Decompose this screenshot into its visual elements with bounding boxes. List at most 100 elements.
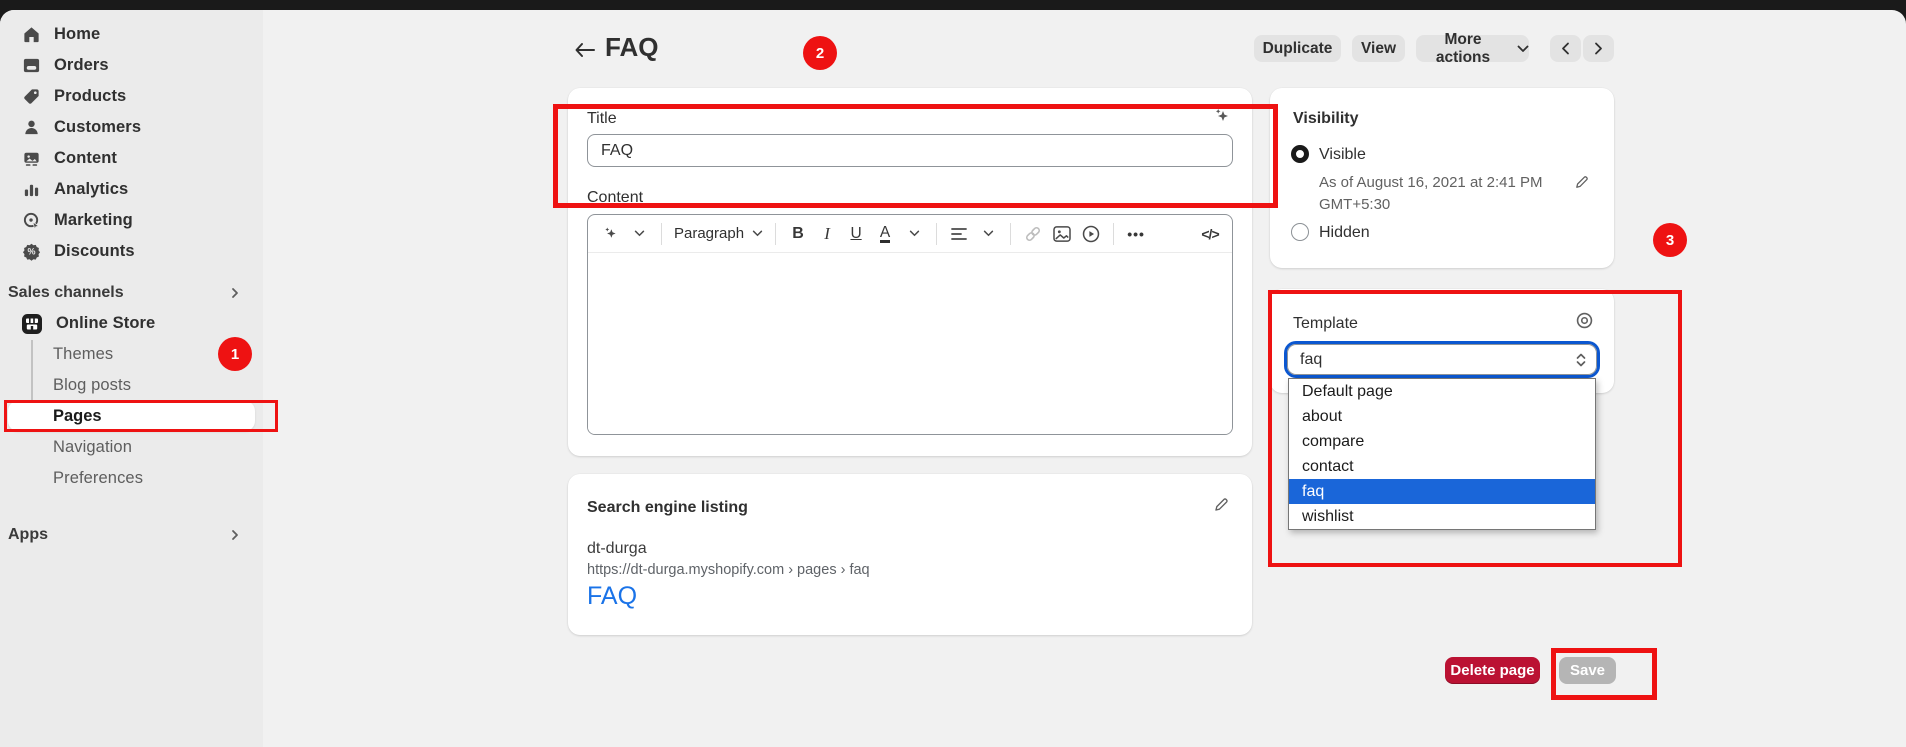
sidebar-item-online-store[interactable]: Online Store <box>0 308 263 339</box>
chevron-down-icon[interactable] <box>904 221 924 247</box>
view-label: View <box>1361 40 1396 58</box>
sidebar-item-analytics[interactable]: Analytics <box>0 174 263 205</box>
seo-card-heading: Search engine listing <box>587 499 748 517</box>
template-option[interactable]: faq <box>1289 479 1595 504</box>
insert-video-icon[interactable] <box>1081 221 1101 247</box>
online-store-label: Online Store <box>56 314 155 333</box>
products-icon <box>21 87 41 106</box>
paragraph-label: Paragraph <box>674 225 744 242</box>
save-label: Save <box>1570 662 1605 679</box>
editor-toolbar: Paragraph B I U A <box>588 215 1232 253</box>
content-textarea[interactable] <box>588 253 1232 434</box>
link-icon[interactable] <box>1023 221 1043 247</box>
seo-site-name: dt-durga <box>587 540 647 558</box>
html-code-button[interactable]: </> <box>1200 221 1220 247</box>
visibility-card: Visibility Visible As of August 16, 2021… <box>1270 88 1614 268</box>
alignment-button[interactable] <box>949 221 969 247</box>
chevron-down-icon[interactable] <box>629 221 649 247</box>
magic-sparkle-icon[interactable] <box>1212 106 1232 126</box>
view-eye-icon[interactable] <box>1575 311 1594 330</box>
sidebar-item-content[interactable]: Content <box>0 143 263 174</box>
toolbar-divider <box>775 223 776 245</box>
sidebar-item-navigation[interactable]: Navigation <box>0 432 263 463</box>
annotation-circle-1: 1 <box>218 337 252 371</box>
back-button[interactable] <box>571 38 599 62</box>
sidebar-item-blog-posts[interactable]: Blog posts <box>0 370 263 401</box>
visibility-date-line2: GMT+5:30 <box>1319 194 1390 216</box>
content-editor: Paragraph B I U A <box>587 214 1233 435</box>
toolbar-divider <box>661 223 662 245</box>
sidebar-item-label: Products <box>54 87 126 106</box>
template-option[interactable]: Default page <box>1289 379 1595 404</box>
italic-button[interactable]: I <box>817 221 837 247</box>
apps-label: Apps <box>8 526 48 544</box>
template-option[interactable]: wishlist <box>1289 504 1595 529</box>
back-arrow-icon <box>574 42 596 58</box>
insert-image-icon[interactable] <box>1052 221 1072 247</box>
updown-chevron-icon <box>1575 352 1587 368</box>
sidebar-item-pages-selected[interactable]: Pages <box>8 401 255 431</box>
orders-icon <box>21 56 41 75</box>
visibility-date-line1: As of August 16, 2021 at 2:41 PM <box>1319 172 1542 194</box>
visible-radio[interactable] <box>1291 145 1309 163</box>
paragraph-style-dropdown[interactable]: Paragraph <box>674 221 763 247</box>
sidebar-item-customers[interactable]: Customers <box>0 112 263 143</box>
sidebar-item-label: Analytics <box>54 180 128 199</box>
text-color-button[interactable]: A <box>875 221 895 247</box>
template-option[interactable]: compare <box>1289 429 1595 454</box>
sidebar-item-label: Discounts <box>54 242 135 261</box>
content-field-label: Content <box>587 189 643 207</box>
content-icon <box>21 149 41 168</box>
annotation-circle-2: 2 <box>803 36 837 70</box>
title-field-label: Title <box>587 110 617 128</box>
sidebar-item-preferences[interactable]: Preferences <box>0 463 263 494</box>
toolbar-divider <box>1113 223 1114 245</box>
sidebar-item-products[interactable]: Products <box>0 81 263 112</box>
search-engine-listing-card: Search engine listing dt-durga https://d… <box>568 474 1252 635</box>
save-button[interactable]: Save <box>1559 657 1616 684</box>
chevron-down-icon <box>1517 45 1529 53</box>
hidden-radio[interactable] <box>1291 223 1309 241</box>
magic-sparkle-icon[interactable] <box>600 221 620 247</box>
sidebar-item-home[interactable]: Home <box>0 19 263 50</box>
blog-posts-label: Blog posts <box>53 376 131 395</box>
preferences-label: Preferences <box>53 469 143 488</box>
seo-page-title-link[interactable]: FAQ <box>587 582 637 611</box>
marketing-icon <box>21 211 41 230</box>
title-input[interactable] <box>587 134 1233 167</box>
chevron-down-icon[interactable] <box>978 221 998 247</box>
toolbar-divider <box>936 223 937 245</box>
discounts-icon: % <box>21 242 41 261</box>
sidebar-section-apps[interactable]: Apps <box>0 524 263 546</box>
edit-pencil-icon[interactable] <box>1213 496 1230 513</box>
page-details-card: Title Content Paragraph B I <box>568 88 1252 456</box>
sidebar-item-label: Marketing <box>54 211 133 230</box>
view-button[interactable]: View <box>1352 35 1405 62</box>
bold-button[interactable]: B <box>788 221 808 247</box>
sidebar-item-discounts[interactable]: % Discounts <box>0 236 263 267</box>
template-option[interactable]: about <box>1289 404 1595 429</box>
more-formatting-button[interactable]: ••• <box>1126 221 1146 247</box>
duplicate-button[interactable]: Duplicate <box>1254 35 1341 62</box>
chevron-right-icon <box>225 286 245 300</box>
themes-label: Themes <box>53 345 113 364</box>
previous-page-button[interactable] <box>1550 35 1581 62</box>
underline-button[interactable]: U <box>846 221 866 247</box>
chevron-right-icon <box>225 528 245 542</box>
sidebar-section-sales-channels[interactable]: Sales channels <box>0 282 263 304</box>
annotation-circle-3: 3 <box>1653 223 1687 257</box>
sidebar-item-marketing[interactable]: Marketing <box>0 205 263 236</box>
template-select[interactable]: faq <box>1287 344 1597 375</box>
next-page-button[interactable] <box>1583 35 1614 62</box>
delete-page-button[interactable]: Delete page <box>1445 657 1540 684</box>
sidebar-item-orders[interactable]: Orders <box>0 50 263 81</box>
sales-channels-label: Sales channels <box>8 284 124 302</box>
page-title: FAQ <box>605 32 658 63</box>
hidden-radio-label[interactable]: Hidden <box>1319 224 1370 242</box>
edit-pencil-icon[interactable] <box>1574 174 1590 190</box>
more-actions-button[interactable]: More actions <box>1416 35 1529 62</box>
template-option[interactable]: contact <box>1289 454 1595 479</box>
svg-text:%: % <box>27 247 35 257</box>
visibility-heading: Visibility <box>1293 110 1359 128</box>
visible-radio-label[interactable]: Visible <box>1319 146 1366 164</box>
